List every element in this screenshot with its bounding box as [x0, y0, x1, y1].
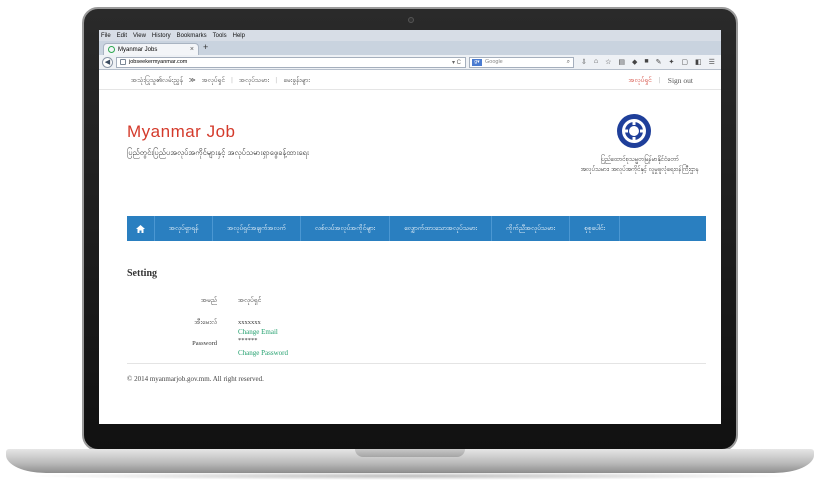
- divider-bar: |: [275, 76, 278, 84]
- top-strip: အသုံးပြုသူ၏လမ်းညွှန် ≫ အလုပ်ရှင် | အလုပ်…: [99, 70, 721, 90]
- search-placeholder: Google: [485, 59, 503, 65]
- browser-navbar: ◀ jobseekermyanmar.com ▾ C g▾ Google ⌕ ⇩…: [99, 55, 721, 70]
- url-text: jobseekermyanmar.com: [129, 59, 188, 65]
- reload-icon[interactable]: ▾ C: [452, 59, 461, 66]
- menu-edit[interactable]: Edit: [117, 33, 127, 39]
- google-engine-icon[interactable]: g▾: [472, 58, 482, 66]
- tab-close-icon[interactable]: ×: [190, 46, 194, 53]
- crumb-employer[interactable]: အလုပ်ရှင်: [202, 76, 225, 86]
- web-page: အသုံးပြုသူ၏လမ်းညွှန် ≫ အလုပ်ရှင် | အလုပ်…: [99, 70, 721, 423]
- crumb-user-guide[interactable]: အသုံးပြုသူ၏လမ်းညွှန်: [131, 76, 183, 86]
- change-email-link[interactable]: Change Email: [238, 328, 278, 336]
- download-icon[interactable]: ⇩: [581, 58, 587, 66]
- nav-matched-workers[interactable]: ကိုက်ညီအလုပ်သမား: [492, 216, 571, 241]
- search-icon[interactable]: ⌕: [567, 59, 570, 66]
- page-title: Setting: [127, 268, 157, 279]
- browser-tab[interactable]: Myanmar Jobs ×: [103, 43, 199, 55]
- signout-link[interactable]: Sign out: [668, 76, 693, 86]
- puzzle-icon[interactable]: ✦: [669, 58, 675, 66]
- laptop-notch: [355, 449, 465, 457]
- shield-icon[interactable]: ◆: [632, 58, 637, 66]
- ministry-emblem-icon: [617, 114, 651, 148]
- footer-divider: [127, 363, 706, 364]
- nav-vacancies[interactable]: လစ်လပ်အလုပ်အကိုင်များ: [301, 216, 391, 241]
- nav-total[interactable]: စုစုပေါင်း: [570, 216, 621, 241]
- pocket-icon[interactable]: ◧: [695, 58, 702, 66]
- menu-help[interactable]: Help: [233, 33, 245, 39]
- home-icon[interactable]: ⌂: [594, 58, 598, 66]
- screen: File Edit View History Bookmarks Tools H…: [99, 30, 721, 424]
- nav-employer-info[interactable]: အလုပ်ရှင်အချက်အလက်: [213, 216, 301, 241]
- name-label: အမည်: [201, 297, 217, 304]
- ministry-name: ပြည်ထောင်စုသမ္မတမြန်မာနိုင်ငံတော် အလုပ်သ…: [581, 155, 699, 175]
- crumb-separator: ≫: [188, 76, 196, 84]
- breadcrumb: အသုံးပြုသူ၏လမ်းညွှန် ≫ အလုပ်ရှင် | အလုပ်…: [131, 76, 310, 86]
- current-user-link[interactable]: အလုပ်ရှင်: [628, 76, 651, 86]
- site-identity-icon[interactable]: [120, 59, 126, 65]
- pen-icon[interactable]: ✎: [656, 58, 662, 66]
- page-icon[interactable]: ▢: [681, 58, 688, 66]
- password-value: ******: [238, 337, 258, 344]
- search-bar[interactable]: g▾ Google ⌕: [469, 56, 574, 68]
- menu-tools[interactable]: Tools: [213, 33, 227, 39]
- password-label: Password: [192, 340, 217, 347]
- site-brand[interactable]: Myanmar Job: [127, 122, 235, 142]
- hamburger-menu-icon[interactable]: ☰: [709, 58, 715, 66]
- crumb-faq[interactable]: မေးခွန်းများ: [283, 76, 310, 86]
- menu-view[interactable]: View: [133, 33, 146, 39]
- tab-title: Myanmar Jobs: [118, 46, 158, 53]
- browser-tabbar: Myanmar Jobs × +: [99, 41, 721, 55]
- crumb-worker[interactable]: အလုပ်သမား: [239, 76, 269, 86]
- divider-bar: |: [230, 76, 234, 84]
- main-nav: အလုပ်ရှာရန် အလုပ်ရှင်အချက်အလက် လစ်လပ်အလု…: [127, 216, 706, 241]
- nav-find-job[interactable]: အလုပ်ရှာရန်: [155, 216, 214, 241]
- favicon-icon: [108, 46, 115, 53]
- footer-copyright: © 2014 myanmarjob.gov.mm. All right rese…: [127, 375, 264, 383]
- menu-file[interactable]: File: [101, 33, 111, 39]
- browser-menubar: File Edit View History Bookmarks Tools H…: [99, 30, 721, 41]
- user-links: အလုပ်ရှင် | Sign out: [628, 76, 693, 86]
- email-label: အီးမေးလ်: [194, 319, 217, 326]
- back-arrow-icon[interactable]: ◀: [102, 56, 113, 68]
- laptop-shadow: [20, 472, 800, 480]
- new-tab-plus-icon[interactable]: +: [203, 42, 208, 52]
- webcam: [408, 17, 414, 23]
- ministry-line-1: ပြည်ထောင်စုသမ္မတမြန်မာနိုင်ငံတော်: [600, 156, 679, 163]
- email-value: xxxxxxx: [238, 319, 261, 326]
- menu-bookmarks[interactable]: Bookmarks: [177, 33, 207, 39]
- divider-bar: |: [658, 76, 661, 84]
- nav-home-icon[interactable]: [127, 216, 155, 241]
- bookmark-star-icon[interactable]: ☆: [605, 58, 611, 66]
- ministry-line-2: အလုပ်သမား၊ အလုပ်အကိုင်နှင့် လူမှုဖူလုံရေ…: [580, 166, 699, 173]
- site-tagline: ပြည်တွင်းပြည်ပအလုပ်အကိုင်များနှင့် အလုပ်…: [127, 148, 309, 157]
- menu-history[interactable]: History: [152, 33, 171, 39]
- toolbar-icons: ⇩ ⌂ ☆ ▤ ◆ ■ ✎ ✦ ▢ ◧ ☰: [581, 58, 715, 66]
- addon-icon[interactable]: ■: [644, 58, 648, 66]
- url-bar[interactable]: jobseekermyanmar.com ▾ C: [116, 56, 466, 68]
- name-value: အလုပ်ရှင်: [238, 297, 262, 304]
- nav-applicants[interactable]: လျှောက်ထားသောအလုပ်သမား: [390, 216, 493, 241]
- change-password-link[interactable]: Change Password: [238, 349, 288, 357]
- clipboard-icon[interactable]: ▤: [618, 58, 625, 66]
